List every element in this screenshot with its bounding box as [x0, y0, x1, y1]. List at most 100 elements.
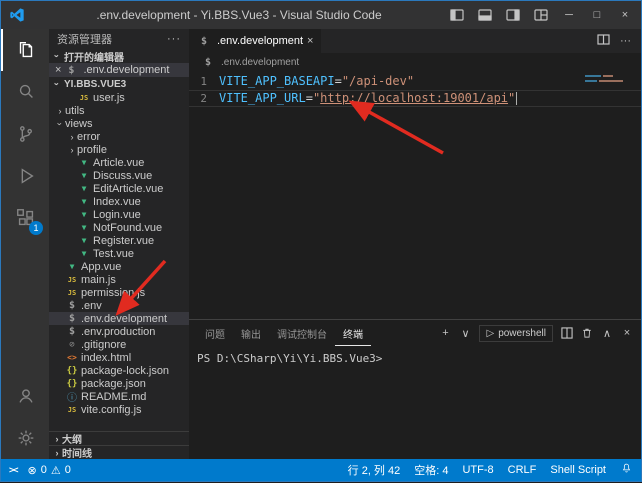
tree-file-.env.production[interactable]: $.env.production: [49, 325, 189, 338]
file-name: vite.config.js: [81, 404, 142, 416]
account-icon[interactable]: [1, 375, 49, 417]
panel-tab-终端[interactable]: 终端: [335, 320, 371, 346]
tree-file-NotFound.vue[interactable]: ▼NotFound.vue: [49, 221, 189, 234]
toggle-secondary-sidebar-icon[interactable]: [501, 4, 525, 26]
code-line-2[interactable]: 2VITE_APP_URL="http://localhost:19001/ap…: [189, 90, 641, 107]
close-icon[interactable]: ×: [55, 65, 61, 76]
code-editor[interactable]: 1VITE_APP_BASEAPI="/api-dev"2VITE_APP_UR…: [189, 71, 641, 319]
file-name: user.js: [93, 92, 125, 104]
more-actions-icon[interactable]: ···: [620, 35, 631, 47]
titlebar-controls: ─ □ ×: [445, 4, 641, 26]
explorer-sidebar: 资源管理器 ··· › 打开的编辑器 × $ .env.development …: [49, 29, 189, 459]
tree-file-Article.vue[interactable]: ▼Article.vue: [49, 156, 189, 169]
maximize-icon[interactable]: □: [585, 4, 609, 26]
toggle-sidebar-icon[interactable]: [445, 4, 469, 26]
file-name: NotFound.vue: [93, 222, 162, 234]
line-number: 1: [189, 74, 219, 89]
explorer-icon[interactable]: [1, 29, 49, 71]
env-file-icon: $: [201, 57, 215, 68]
cursor-position[interactable]: 行 2, 列 42: [348, 462, 401, 478]
tree-file-main.js[interactable]: JSmain.js: [49, 273, 189, 286]
tree-file-EditArticle.vue[interactable]: ▼EditArticle.vue: [49, 182, 189, 195]
source-control-icon[interactable]: [1, 113, 49, 155]
code-line-1[interactable]: 1VITE_APP_BASEAPI="/api-dev": [189, 73, 641, 90]
breadcrumb-file: .env.development: [221, 57, 299, 68]
tab-env-development[interactable]: $ .env.development ×: [189, 29, 321, 53]
panel-tab-输出[interactable]: 输出: [233, 320, 269, 346]
eol-sequence[interactable]: CRLF: [508, 464, 537, 476]
minimap[interactable]: [585, 75, 629, 85]
tree-file-Discuss.vue[interactable]: ▼Discuss.vue: [49, 169, 189, 182]
new-terminal-icon[interactable]: +: [439, 327, 451, 339]
customize-layout-icon[interactable]: [529, 4, 553, 26]
status-bar: >< ⊗ 0 ⚠ 0 行 2, 列 42 空格: 4 UTF-8 CRLF Sh…: [1, 459, 641, 481]
file-name: package-lock.json: [81, 365, 169, 377]
tree-folder-profile[interactable]: ›profile: [49, 143, 189, 156]
outline-section-header[interactable]: › 大纲: [49, 431, 189, 445]
tree-file-.gitignore[interactable]: ⊘.gitignore: [49, 338, 189, 351]
tree-file-Register.vue[interactable]: ▼Register.vue: [49, 234, 189, 247]
chevron-right-icon: ›: [55, 106, 65, 116]
split-terminal-icon[interactable]: [561, 327, 573, 339]
timeline-section-header[interactable]: › 时间线: [49, 445, 189, 459]
tree-file-Test.vue[interactable]: ▼Test.vue: [49, 247, 189, 260]
remote-indicator-icon[interactable]: ><: [9, 465, 18, 475]
settings-gear-icon[interactable]: [1, 417, 49, 459]
error-count: 0: [41, 464, 47, 476]
run-debug-icon[interactable]: [1, 155, 49, 197]
tree-file-Index.vue[interactable]: ▼Index.vue: [49, 195, 189, 208]
tree-file-.env.development[interactable]: $.env.development: [49, 312, 189, 325]
code-text: VITE_APP_URL="http://localhost:19001/api…: [219, 91, 517, 106]
close-window-icon[interactable]: ×: [613, 4, 637, 26]
language-mode[interactable]: Shell Script: [550, 464, 606, 476]
terminal-profile-select[interactable]: ▷ powershell: [479, 325, 553, 342]
tree-folder-error[interactable]: ›error: [49, 130, 189, 143]
extensions-badge: 1: [29, 221, 43, 235]
tree-file-permission.js[interactable]: JSpermission.js: [49, 286, 189, 299]
panel-tab-问题[interactable]: 问题: [197, 320, 233, 346]
info-file-icon: ⓘ: [65, 389, 79, 404]
window-title: .env.development - Yi.BBS.Vue3 - Visual …: [33, 8, 445, 22]
tree-file-.env[interactable]: $.env: [49, 299, 189, 312]
open-editor-item[interactable]: × $ .env.development: [49, 63, 189, 77]
open-editors-header[interactable]: › 打开的编辑器: [49, 49, 189, 63]
close-tab-icon[interactable]: ×: [307, 36, 313, 47]
gitignore-file-icon: ⊘: [65, 340, 79, 350]
code-lines: 1VITE_APP_BASEAPI="/api-dev"2VITE_APP_UR…: [189, 73, 641, 107]
text-cursor: [516, 92, 517, 105]
terminal-output[interactable]: PS D:\CSharp\Yi\Yi.BBS.Vue3>: [189, 346, 641, 459]
file-name: .env.production: [81, 326, 155, 338]
tree-file-index.html[interactable]: <>index.html: [49, 351, 189, 364]
toggle-panel-icon[interactable]: [473, 4, 497, 26]
chevron-down-icon[interactable]: ∨: [459, 327, 471, 340]
terminal-prompt: PS D:\CSharp\Yi\Yi.BBS.Vue3>: [197, 352, 382, 365]
panel-tab-调试控制台[interactable]: 调试控制台: [269, 320, 335, 346]
trash-icon[interactable]: [581, 327, 593, 339]
breadcrumb[interactable]: $ .env.development: [189, 53, 641, 71]
split-editor-icon[interactable]: [597, 34, 610, 48]
encoding[interactable]: UTF-8: [462, 464, 493, 476]
more-actions-icon[interactable]: ···: [167, 33, 181, 45]
tree-folder-utils[interactable]: ›utils: [49, 104, 189, 117]
tree-file-Login.vue[interactable]: ▼Login.vue: [49, 208, 189, 221]
indentation[interactable]: 空格: 4: [414, 462, 448, 478]
extensions-icon[interactable]: 1: [1, 197, 49, 239]
close-panel-icon[interactable]: ×: [621, 327, 633, 339]
play-icon: ▷: [486, 328, 494, 339]
tree-folder-views[interactable]: ›views: [49, 117, 189, 130]
tree-file-README.md[interactable]: ⓘREADME.md: [49, 390, 189, 403]
notifications-bell-icon[interactable]: [620, 462, 633, 478]
tree-file-package-lock.json[interactable]: {}package-lock.json: [49, 364, 189, 377]
activity-bar-spacer: [1, 239, 49, 375]
file-name: EditArticle.vue: [93, 183, 163, 195]
tree-file-user.js[interactable]: JSuser.js: [49, 91, 189, 104]
warning-icon: ⚠: [51, 464, 61, 477]
search-icon[interactable]: [1, 71, 49, 113]
project-root-header[interactable]: › YI.BBS.VUE3: [49, 77, 189, 91]
tree-file-App.vue[interactable]: ▼App.vue: [49, 260, 189, 273]
vue-file-icon: ▼: [77, 223, 91, 232]
minimize-icon[interactable]: ─: [557, 4, 581, 26]
maximize-panel-icon[interactable]: ∧: [601, 327, 613, 340]
tree-file-vite.config.js[interactable]: JSvite.config.js: [49, 403, 189, 416]
problems-status[interactable]: ⊗ 0 ⚠ 0: [28, 464, 71, 477]
